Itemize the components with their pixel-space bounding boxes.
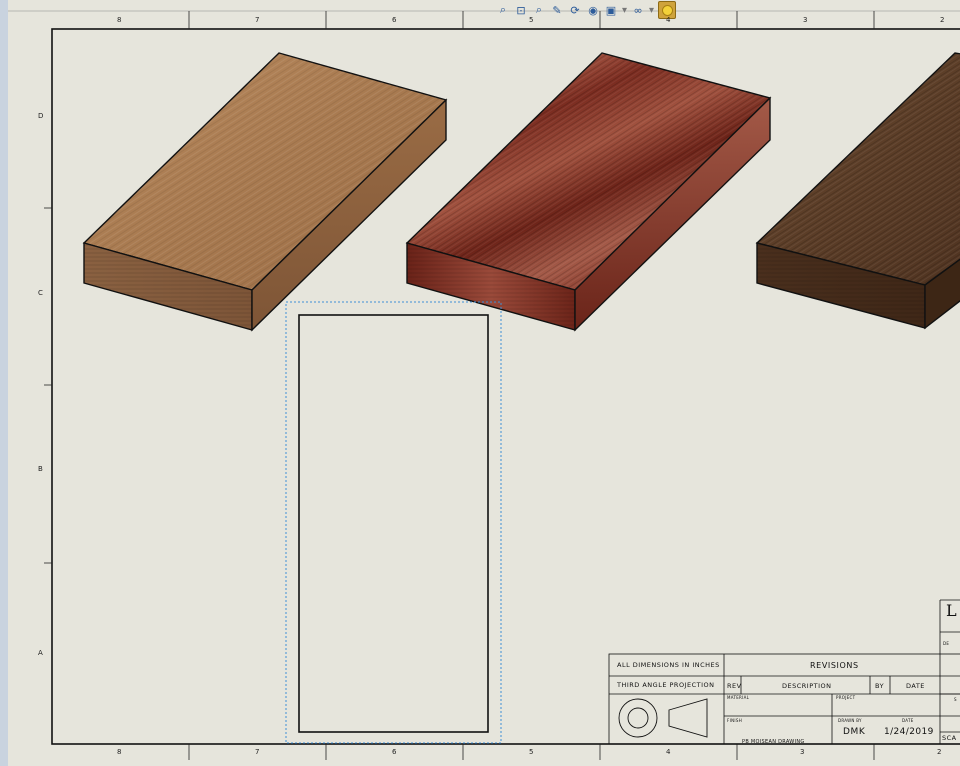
finish-label: FINISH [727, 718, 742, 723]
date-label: DATE [902, 718, 914, 723]
dark-wood-block[interactable] [755, 52, 960, 330]
zone-label: 7 [255, 16, 260, 24]
dropdown-arrow-icon[interactable]: ▾ [622, 5, 627, 16]
zone-label: 3 [803, 16, 808, 24]
zoom-in-out-icon[interactable]: ⌕ [532, 3, 546, 17]
sheet-size-partial: S [954, 697, 957, 702]
zoom-to-fit-icon[interactable]: ⌕ [496, 3, 510, 17]
zone-label: 4 [666, 748, 671, 756]
zone-ticks-left [44, 207, 52, 564]
zone-label: C [38, 289, 43, 297]
scale-partial: SCA [942, 734, 957, 742]
zone-label: 2 [940, 16, 945, 24]
by-column-header: BY [875, 682, 885, 690]
red-wood-block[interactable] [405, 52, 772, 332]
zone-label: 8 [117, 16, 122, 24]
zone-label: B [38, 465, 43, 473]
material-label: MATERIAL [727, 695, 750, 700]
description-column-header: DESCRIPTION [782, 682, 832, 690]
units-note: ALL DIMENSIONS IN INCHES [617, 661, 720, 669]
projection-note: THIRD ANGLE PROJECTION [617, 681, 715, 689]
zone-label: 7 [255, 748, 260, 756]
drawing-window: ⌕ ⊡ ⌕ ✎ ⟳ ◉ ▣ ▾ ∞ ▾ 8 7 6 5 4 3 2 8 7 6 … [0, 0, 960, 766]
appearance-icon[interactable]: ∞ [631, 3, 645, 17]
sheet-canvas [8, 10, 960, 760]
zone-label: 3 [800, 748, 805, 756]
zone-label: 8 [117, 748, 122, 756]
title-partial: L [946, 601, 957, 620]
drawn-by-value: DMK [843, 727, 866, 737]
drawn-date-value: 1/24/2019 [884, 727, 934, 737]
zone-label: 2 [937, 748, 942, 756]
project-label: PROJECT [836, 695, 856, 700]
date-column-header: DATE [906, 682, 925, 690]
drawing-name: PB MOISEAN DRAWING [742, 739, 805, 745]
light-wood-block[interactable] [82, 52, 448, 332]
rev-column-header: REV [727, 682, 742, 690]
zone-label: 4 [666, 16, 671, 24]
drawn-by-label: DRAWN BY [838, 718, 862, 723]
selected-view-boundary[interactable] [285, 301, 502, 744]
zone-label: 6 [392, 16, 397, 24]
zone-label: 5 [529, 748, 534, 756]
hide-show-icon[interactable]: ◉ [586, 3, 600, 17]
dropdown-arrow-icon[interactable]: ▾ [649, 5, 654, 16]
rotate-view-icon[interactable]: ⟳ [568, 3, 582, 17]
zone-label: A [38, 649, 43, 657]
zone-label: 5 [529, 16, 534, 24]
top-view-outline[interactable] [298, 314, 489, 733]
view-orientation-icon[interactable]: ✎ [550, 3, 564, 17]
heads-up-view-toolbar: ⌕ ⊡ ⌕ ✎ ⟳ ◉ ▣ ▾ ∞ ▾ [496, 0, 677, 20]
display-style-icon[interactable]: ▣ [604, 3, 618, 17]
third-angle-projection-symbol [618, 698, 708, 738]
description-partial: DE [943, 641, 950, 646]
zone-label: 6 [392, 748, 397, 756]
zoom-area-icon[interactable]: ⊡ [514, 3, 528, 17]
zone-label: D [38, 112, 44, 120]
sheet-border [51, 28, 960, 745]
revisions-header: REVISIONS [810, 661, 859, 670]
